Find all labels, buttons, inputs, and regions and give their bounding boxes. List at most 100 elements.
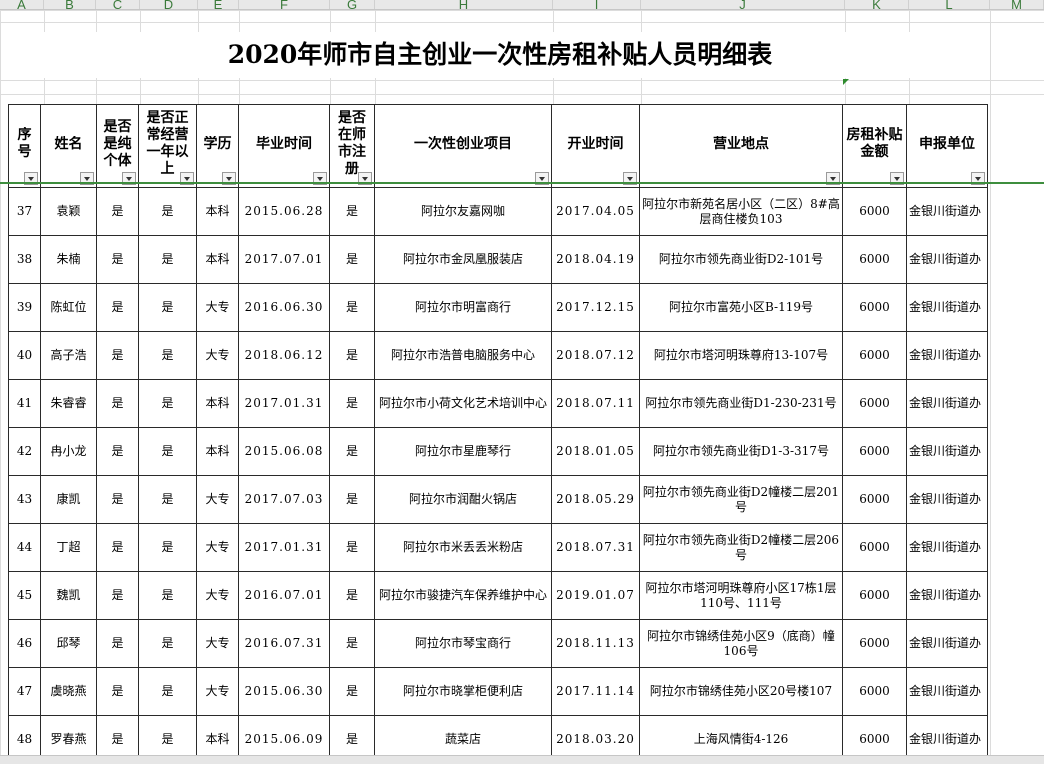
column-letter-l[interactable]: L [909, 0, 990, 9]
cell-project[interactable]: 阿拉尔市米丢丢米粉店 [374, 523, 552, 572]
cell-subsidy[interactable]: 6000 [842, 571, 907, 620]
cell-name[interactable]: 罗春燕 [40, 715, 97, 755]
cell-seq[interactable]: 37 [8, 187, 41, 236]
cell-subsidy[interactable]: 6000 [842, 331, 907, 380]
cell-subsidy[interactable]: 6000 [842, 667, 907, 716]
cell-normal-operation[interactable]: 是 [138, 619, 197, 668]
cell-subsidy[interactable]: 6000 [842, 523, 907, 572]
cell-normal-operation[interactable]: 是 [138, 523, 197, 572]
cell-unit[interactable]: 金银川街道办 [906, 715, 988, 755]
header-project[interactable]: 一次性创业项目 [374, 104, 552, 188]
cell-education[interactable]: 本科 [196, 379, 239, 428]
column-letter-c[interactable]: C [96, 0, 140, 9]
cell-project[interactable]: 阿拉尔友嘉网咖 [374, 187, 552, 236]
cell-registered[interactable]: 是 [329, 235, 375, 284]
cell-unit[interactable]: 金银川街道办 [906, 475, 988, 524]
cell-name[interactable]: 朱楠 [40, 235, 97, 284]
column-letter-h[interactable]: H [375, 0, 553, 9]
header-seq[interactable]: 序号 [8, 104, 41, 188]
column-letter-a[interactable]: A [0, 0, 44, 9]
cell-location[interactable]: 阿拉尔市领先商业街D2-101号 [639, 235, 843, 284]
cell-open-date[interactable]: 2018.07.31 [551, 523, 640, 572]
cell-name[interactable]: 袁颖 [40, 187, 97, 236]
cell-normal-operation[interactable]: 是 [138, 283, 197, 332]
cell-unit[interactable]: 金银川街道办 [906, 235, 988, 284]
cell-location[interactable]: 阿拉尔市新苑名居小区（二区）8#高层商住楼负103 [639, 187, 843, 236]
cell-subsidy[interactable]: 6000 [842, 187, 907, 236]
cell-normal-operation[interactable]: 是 [138, 715, 197, 755]
cell-unit[interactable]: 金银川街道办 [906, 667, 988, 716]
cell-project[interactable]: 阿拉尔市小荷文化艺术培训中心 [374, 379, 552, 428]
cell-subsidy[interactable]: 6000 [842, 619, 907, 668]
cell-education[interactable]: 本科 [196, 235, 239, 284]
cell-graduation[interactable]: 2017.07.03 [238, 475, 330, 524]
cell-registered[interactable]: 是 [329, 523, 375, 572]
cell-seq[interactable]: 42 [8, 427, 41, 476]
cell-registered[interactable]: 是 [329, 475, 375, 524]
cell-pure-individual[interactable]: 是 [96, 619, 139, 668]
column-letter-d[interactable]: D [140, 0, 198, 9]
cell-pure-individual[interactable]: 是 [96, 235, 139, 284]
cell-name[interactable]: 康凯 [40, 475, 97, 524]
cell-subsidy[interactable]: 6000 [842, 715, 907, 755]
header-education[interactable]: 学历 [196, 104, 239, 188]
cell-project[interactable]: 阿拉尔市明富商行 [374, 283, 552, 332]
cell-normal-operation[interactable]: 是 [138, 475, 197, 524]
header-subsidy[interactable]: 房租补贴金额 [842, 104, 907, 188]
cell-name[interactable]: 高子浩 [40, 331, 97, 380]
cell-project[interactable]: 阿拉尔市浩普电脑服务中心 [374, 331, 552, 380]
cell-location[interactable]: 上海风情街4-126 [639, 715, 843, 755]
cell-pure-individual[interactable]: 是 [96, 523, 139, 572]
cell-education[interactable]: 本科 [196, 427, 239, 476]
cell-name[interactable]: 冉小龙 [40, 427, 97, 476]
column-letter-j[interactable]: J [641, 0, 845, 9]
cell-open-date[interactable]: 2018.07.11 [551, 379, 640, 428]
cell-subsidy[interactable]: 6000 [842, 283, 907, 332]
cell-normal-operation[interactable]: 是 [138, 571, 197, 620]
column-letter-b[interactable]: B [44, 0, 96, 9]
cell-unit[interactable]: 金银川街道办 [906, 619, 988, 668]
cell-seq[interactable]: 48 [8, 715, 41, 755]
cell-pure-individual[interactable]: 是 [96, 427, 139, 476]
cell-normal-operation[interactable]: 是 [138, 235, 197, 284]
cell-project[interactable]: 蔬菜店 [374, 715, 552, 755]
cell-location[interactable]: 阿拉尔市领先商业街D2幢楼二层201号 [639, 475, 843, 524]
cell-unit[interactable]: 金银川街道办 [906, 571, 988, 620]
cell-seq[interactable]: 47 [8, 667, 41, 716]
cell-project[interactable]: 阿拉尔市星鹿琴行 [374, 427, 552, 476]
header-name[interactable]: 姓名 [40, 104, 97, 188]
cell-seq[interactable]: 39 [8, 283, 41, 332]
cell-location[interactable]: 阿拉尔市领先商业街D1-3-317号 [639, 427, 843, 476]
cell-registered[interactable]: 是 [329, 427, 375, 476]
cell-seq[interactable]: 44 [8, 523, 41, 572]
cell-normal-operation[interactable]: 是 [138, 427, 197, 476]
cell-project[interactable]: 阿拉尔市晓掌柜便利店 [374, 667, 552, 716]
cell-pure-individual[interactable]: 是 [96, 379, 139, 428]
cell-seq[interactable]: 43 [8, 475, 41, 524]
cell-location[interactable]: 阿拉尔市领先商业街D1-230-231号 [639, 379, 843, 428]
cell-pure-individual[interactable]: 是 [96, 283, 139, 332]
cell-open-date[interactable]: 2017.04.05 [551, 187, 640, 236]
cell-registered[interactable]: 是 [329, 331, 375, 380]
cell-seq[interactable]: 45 [8, 571, 41, 620]
cell-education[interactable]: 大专 [196, 667, 239, 716]
column-letter-i[interactable]: I [553, 0, 641, 9]
cell-unit[interactable]: 金银川街道办 [906, 187, 988, 236]
column-letter-g[interactable]: G [330, 0, 375, 9]
cell-registered[interactable]: 是 [329, 187, 375, 236]
cell-registered[interactable]: 是 [329, 715, 375, 755]
cell-graduation[interactable]: 2015.06.09 [238, 715, 330, 755]
cell-location[interactable]: 阿拉尔市锦绣佳苑小区9（底商）幢106号 [639, 619, 843, 668]
cell-open-date[interactable]: 2018.07.12 [551, 331, 640, 380]
cell-education[interactable]: 本科 [196, 715, 239, 755]
cell-graduation[interactable]: 2015.06.08 [238, 427, 330, 476]
cell-unit[interactable]: 金银川街道办 [906, 427, 988, 476]
cell-pure-individual[interactable]: 是 [96, 187, 139, 236]
header-pure-individual[interactable]: 是否是纯个体 [96, 104, 139, 188]
cell-location[interactable]: 阿拉尔市塔河明珠尊府13-107号 [639, 331, 843, 380]
cell-subsidy[interactable]: 6000 [842, 235, 907, 284]
cell-pure-individual[interactable]: 是 [96, 475, 139, 524]
cell-seq[interactable]: 40 [8, 331, 41, 380]
column-letter-e[interactable]: E [198, 0, 239, 9]
cell-pure-individual[interactable]: 是 [96, 331, 139, 380]
